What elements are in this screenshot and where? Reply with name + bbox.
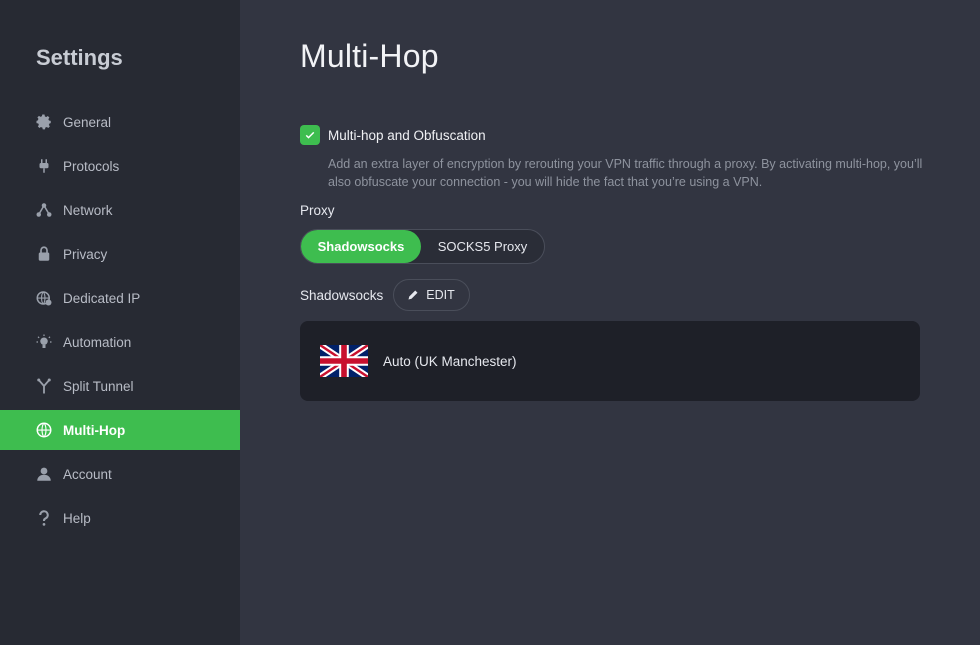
question-icon <box>35 509 53 527</box>
sidebar-item-network[interactable]: Network <box>0 190 240 230</box>
uk-flag-icon <box>320 345 368 377</box>
shadowsocks-row: Shadowsocks EDIT <box>300 279 470 311</box>
sidebar-title: Settings <box>36 45 123 70</box>
sidebar-item-label: Automation <box>63 334 132 350</box>
sidebar-item-help[interactable]: Help <box>0 498 240 538</box>
multihop-checkbox-label: Multi-hop and Obfuscation <box>328 127 486 143</box>
main-panel: Multi-Hop Multi-hop and Obfuscation Add … <box>240 0 980 645</box>
sidebar-item-label: Multi-Hop <box>63 422 126 438</box>
sidebar-item-label: General <box>63 114 112 130</box>
gear-icon <box>35 113 53 131</box>
multihop-description: Add an extra layer of encryption by rero… <box>328 157 923 189</box>
sidebar-item-protocols[interactable]: Protocols <box>0 146 240 186</box>
multihop-globe-icon <box>35 421 53 439</box>
shadowsocks-label: Shadowsocks <box>300 287 384 303</box>
proxy-selector: Shadowsocks SOCKS5 Proxy <box>300 229 545 264</box>
pencil-icon <box>408 290 418 300</box>
network-icon <box>35 201 53 219</box>
sidebar-item-split-tunnel[interactable]: Split Tunnel <box>0 366 240 406</box>
sidebar-item-privacy[interactable]: Privacy <box>0 234 240 274</box>
edit-button-label: EDIT <box>426 288 455 302</box>
sidebar-item-dedicated-ip[interactable]: Dedicated IP <box>0 278 240 318</box>
sidebar-item-automation[interactable]: Automation <box>0 322 240 362</box>
multihop-toggle-row[interactable]: Multi-hop and Obfuscation <box>300 125 486 145</box>
sidebar-item-label: Privacy <box>63 246 108 262</box>
sidebar-item-label: Split Tunnel <box>63 378 134 394</box>
sidebar-item-label: Help <box>63 510 91 526</box>
plug-icon <box>35 157 53 175</box>
sidebar-item-account[interactable]: Account <box>0 454 240 494</box>
server-name: Auto (UK Manchester) <box>383 353 517 369</box>
lightbulb-icon <box>35 333 53 351</box>
multihop-checkbox[interactable] <box>300 125 320 145</box>
split-icon <box>35 377 53 395</box>
sidebar-item-general[interactable]: General <box>0 102 240 142</box>
check-icon <box>305 131 315 139</box>
sidebar-item-label: Account <box>63 466 112 482</box>
proxy-option-socks5[interactable]: SOCKS5 Proxy <box>421 230 544 263</box>
lock-icon <box>35 245 53 263</box>
server-card[interactable]: Auto (UK Manchester) <box>300 321 920 401</box>
edit-button[interactable]: EDIT <box>393 279 470 311</box>
user-icon <box>35 465 53 483</box>
sidebar-item-label: Protocols <box>63 158 120 174</box>
proxy-option-shadowsocks[interactable]: Shadowsocks <box>301 230 421 263</box>
globe-ip-icon <box>35 289 53 307</box>
sidebar-item-label: Network <box>63 202 113 218</box>
sidebar-nav: General Protocols Network Privacy Dedica <box>0 102 240 542</box>
page-title: Multi-Hop <box>300 38 439 74</box>
proxy-label: Proxy <box>300 203 335 218</box>
sidebar: Settings General Protocols Network Priva… <box>0 0 240 645</box>
sidebar-item-label: Dedicated IP <box>63 290 141 306</box>
sidebar-item-multi-hop[interactable]: Multi-Hop <box>0 410 240 450</box>
